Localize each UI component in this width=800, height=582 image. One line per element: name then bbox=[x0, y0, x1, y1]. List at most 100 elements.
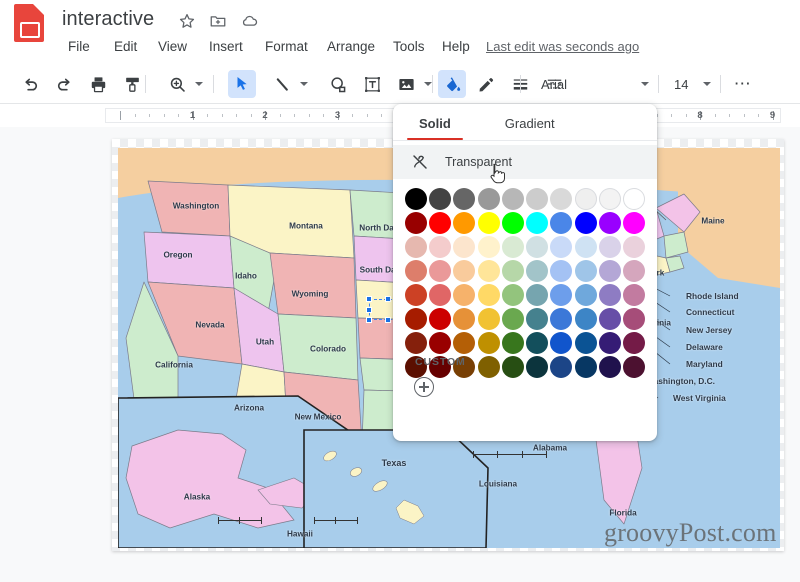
color-swatch-1-6[interactable] bbox=[550, 212, 573, 234]
color-swatch-5-8[interactable] bbox=[599, 308, 622, 330]
last-edit-status[interactable]: Last edit was seconds ago bbox=[484, 36, 641, 57]
tab-gradient[interactable]: Gradient bbox=[501, 104, 559, 140]
color-swatch-1-8[interactable] bbox=[599, 212, 622, 234]
color-swatch-7-4[interactable] bbox=[501, 356, 524, 378]
resize-handle-s[interactable] bbox=[385, 317, 391, 323]
plus-circle-icon[interactable] bbox=[414, 377, 434, 397]
color-swatch-4-9[interactable] bbox=[623, 284, 646, 306]
paint-format-icon[interactable] bbox=[118, 70, 146, 98]
color-swatch-1-4[interactable] bbox=[501, 212, 524, 234]
undo-icon[interactable] bbox=[16, 70, 44, 98]
color-swatch-5-9[interactable] bbox=[623, 308, 646, 330]
color-swatch-4-6[interactable] bbox=[550, 284, 573, 306]
star-icon[interactable] bbox=[178, 12, 196, 30]
color-swatch-6-7[interactable] bbox=[574, 332, 597, 354]
color-swatch-6-3[interactable] bbox=[477, 332, 500, 354]
resize-handle-nw[interactable] bbox=[366, 296, 372, 302]
menu-view[interactable]: View bbox=[152, 36, 193, 57]
color-swatch-0-8[interactable] bbox=[599, 188, 622, 210]
color-swatch-4-2[interactable] bbox=[453, 284, 476, 306]
color-swatch-0-1[interactable] bbox=[428, 188, 451, 210]
document-title[interactable]: interactive bbox=[62, 8, 154, 31]
color-swatch-5-6[interactable] bbox=[550, 308, 573, 330]
color-swatch-0-9[interactable] bbox=[623, 188, 646, 210]
resize-handle-sw[interactable] bbox=[366, 317, 372, 323]
color-swatch-3-8[interactable] bbox=[599, 260, 622, 282]
color-swatch-0-6[interactable] bbox=[550, 188, 573, 210]
menu-tools[interactable]: Tools bbox=[387, 36, 431, 57]
color-swatch-1-9[interactable] bbox=[623, 212, 646, 234]
color-swatch-4-8[interactable] bbox=[599, 284, 622, 306]
color-swatch-2-0[interactable] bbox=[404, 236, 427, 258]
font-family-selector[interactable]: Arial bbox=[527, 72, 652, 96]
color-swatch-7-5[interactable] bbox=[526, 356, 549, 378]
color-swatch-4-7[interactable] bbox=[574, 284, 597, 306]
color-swatch-0-3[interactable] bbox=[477, 188, 500, 210]
color-swatch-6-9[interactable] bbox=[623, 332, 646, 354]
color-swatch-1-0[interactable] bbox=[404, 212, 427, 234]
color-swatch-0-5[interactable] bbox=[526, 188, 549, 210]
color-swatch-5-4[interactable] bbox=[501, 308, 524, 330]
color-swatch-2-2[interactable] bbox=[453, 236, 476, 258]
shape-icon[interactable] bbox=[324, 70, 352, 98]
fill-color-picker-dropdown[interactable]: Solid Gradient Transparent CUSTOM bbox=[393, 104, 657, 441]
color-swatch-2-1[interactable] bbox=[428, 236, 451, 258]
color-swatch-2-6[interactable] bbox=[550, 236, 573, 258]
color-swatch-2-7[interactable] bbox=[574, 236, 597, 258]
color-swatch-6-5[interactable] bbox=[526, 332, 549, 354]
color-swatch-grid[interactable] bbox=[393, 179, 657, 382]
more-options-icon[interactable]: ⋯ bbox=[729, 70, 757, 98]
color-swatch-4-4[interactable] bbox=[501, 284, 524, 306]
color-swatch-0-4[interactable] bbox=[501, 188, 524, 210]
image-icon[interactable] bbox=[392, 70, 420, 98]
color-swatch-5-1[interactable] bbox=[428, 308, 451, 330]
print-icon[interactable] bbox=[84, 70, 112, 98]
menu-file[interactable]: File bbox=[62, 36, 96, 57]
color-swatch-6-6[interactable] bbox=[550, 332, 573, 354]
color-swatch-5-2[interactable] bbox=[453, 308, 476, 330]
select-icon[interactable] bbox=[228, 70, 256, 98]
color-swatch-3-4[interactable] bbox=[501, 260, 524, 282]
color-swatch-0-2[interactable] bbox=[453, 188, 476, 210]
color-swatch-5-7[interactable] bbox=[574, 308, 597, 330]
color-swatch-6-4[interactable] bbox=[501, 332, 524, 354]
font-size-caret-icon[interactable] bbox=[700, 70, 714, 98]
fill-color-icon[interactable] bbox=[438, 70, 466, 98]
color-swatch-6-0[interactable] bbox=[404, 332, 427, 354]
menu-help[interactable]: Help bbox=[436, 36, 476, 57]
textbox-icon[interactable] bbox=[358, 70, 386, 98]
line-icon[interactable] bbox=[268, 70, 296, 98]
color-swatch-1-7[interactable] bbox=[574, 212, 597, 234]
border-color-icon[interactable] bbox=[472, 70, 500, 98]
move-to-folder-icon[interactable] bbox=[209, 12, 227, 30]
color-swatch-2-9[interactable] bbox=[623, 236, 646, 258]
menu-arrange[interactable]: Arrange bbox=[321, 36, 381, 57]
color-swatch-3-1[interactable] bbox=[428, 260, 451, 282]
menu-insert[interactable]: Insert bbox=[203, 36, 249, 57]
menu-format[interactable]: Format bbox=[259, 36, 314, 57]
redo-icon[interactable] bbox=[50, 70, 78, 98]
color-swatch-3-3[interactable] bbox=[477, 260, 500, 282]
color-swatch-7-8[interactable] bbox=[599, 356, 622, 378]
line-caret-icon[interactable] bbox=[297, 70, 311, 98]
color-swatch-1-1[interactable] bbox=[428, 212, 451, 234]
cloud-saved-icon[interactable] bbox=[241, 12, 259, 30]
zoom-icon[interactable] bbox=[163, 70, 191, 98]
color-swatch-2-3[interactable] bbox=[477, 236, 500, 258]
color-swatch-1-5[interactable] bbox=[526, 212, 549, 234]
color-swatch-1-3[interactable] bbox=[477, 212, 500, 234]
color-swatch-2-8[interactable] bbox=[599, 236, 622, 258]
zoom-caret-icon[interactable] bbox=[192, 70, 206, 98]
color-swatch-3-0[interactable] bbox=[404, 260, 427, 282]
color-swatch-3-2[interactable] bbox=[453, 260, 476, 282]
color-swatch-5-5[interactable] bbox=[526, 308, 549, 330]
color-swatch-3-6[interactable] bbox=[550, 260, 573, 282]
color-swatch-7-3[interactable] bbox=[477, 356, 500, 378]
color-swatch-7-6[interactable] bbox=[550, 356, 573, 378]
color-swatch-0-0[interactable] bbox=[404, 188, 427, 210]
color-swatch-7-7[interactable] bbox=[574, 356, 597, 378]
color-swatch-3-5[interactable] bbox=[526, 260, 549, 282]
color-swatch-2-4[interactable] bbox=[501, 236, 524, 258]
color-swatch-2-5[interactable] bbox=[526, 236, 549, 258]
color-swatch-6-8[interactable] bbox=[599, 332, 622, 354]
